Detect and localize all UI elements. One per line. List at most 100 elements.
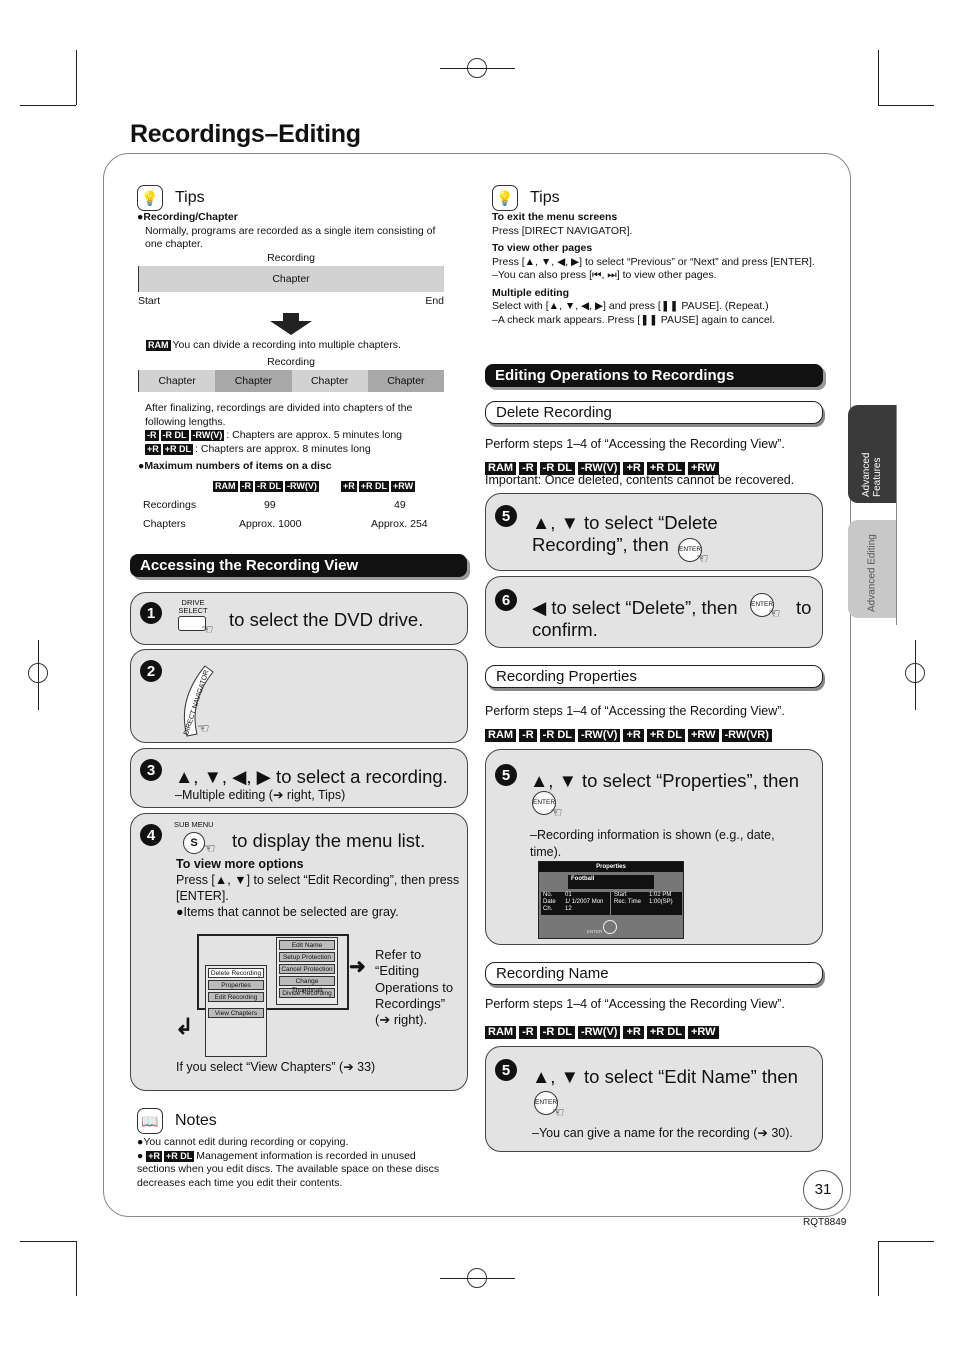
hand-press-icon: ☜	[201, 621, 214, 637]
info-value: 1:02 PM	[649, 892, 672, 898]
side-tab-label: Advanced Editing	[866, 534, 878, 612]
table-row: Chapters Approx. 1000 Approx. 254	[143, 518, 443, 537]
menu-item[interactable]: Cancel Protection	[279, 964, 335, 974]
disc-badge: -RW(V)	[190, 430, 225, 441]
enter-hint: ENTER	[587, 929, 603, 934]
disc-badge: +R DL	[646, 729, 685, 742]
recording-label: Recording	[267, 356, 315, 368]
delete-step-6: 6 ◀ to select “Delete”, then ENTER ☜ to …	[485, 576, 823, 648]
menu-item[interactable]: Divide Recording	[279, 988, 335, 998]
step-text: ▲, ▼ to select “Properties”, then	[530, 770, 799, 791]
disc-badge: RAM	[485, 729, 517, 742]
tips-heading: Tips	[175, 189, 205, 206]
tips-text: Press [DIRECT NAVIGATOR].	[492, 224, 633, 237]
menu-item[interactable]: View Chapters	[208, 1008, 264, 1018]
step-number: 6	[495, 589, 517, 611]
crop-mark	[878, 105, 934, 106]
disc-badges: RAM -R -R DL -RW(V) +R +R DL +RW -RW(VR)	[485, 725, 775, 743]
book-icon: 📖	[137, 1108, 163, 1134]
tips-subtitle: To exit the menu screens	[492, 211, 618, 223]
info-label: No.	[543, 892, 553, 898]
disc-badge: +R DL	[646, 1026, 685, 1039]
name-step-5: 5 ▲, ▼ to select “Edit Name” then ENTER …	[485, 1046, 823, 1152]
finalize-text: After finalizing, recordings are divided…	[145, 402, 413, 428]
tips-left: 💡 Tips ●Recording/Chapter Normally, progr…	[137, 185, 447, 252]
crop-mark	[20, 1241, 76, 1242]
menu-item[interactable]: Edit Name	[279, 940, 335, 950]
chapter-length-text: : Chapters are approx. 5 minutes long	[226, 429, 403, 441]
disc-badge: -RW(V)	[578, 729, 621, 742]
step-text: to	[796, 597, 812, 618]
step-number: 5	[495, 505, 517, 527]
disc-badge: -RW(V)	[578, 1026, 621, 1039]
view-chapters-note: If you select “View Chapters” (➔ 33)	[176, 1060, 376, 1074]
step-text: ▲, ▼, ◀, ▶ to select a recording.	[175, 766, 448, 787]
disc-badge: +R	[146, 1150, 163, 1162]
menu-item[interactable]: Setup Protection	[279, 952, 335, 962]
registration-mark	[440, 68, 515, 69]
chapter-bar: Chapter	[138, 265, 444, 292]
disc-badge: RAM	[485, 1026, 517, 1039]
disc-badge: -R DL	[160, 430, 189, 441]
drive-select-label: DRIVE SELECT	[178, 598, 208, 615]
disc-badge: +R DL	[162, 443, 194, 455]
disc-badge: -R	[239, 481, 253, 492]
side-tab-advanced-features[interactable]: Advanced Features	[848, 405, 896, 503]
chapter-segment: Chapter	[291, 369, 368, 392]
disc-badge: +R DL	[164, 1150, 195, 1162]
screen-title: Properties	[539, 862, 683, 872]
menu-item[interactable]: Change Thumbnail	[279, 976, 335, 994]
important-note: Important: Once deleted, contents cannot…	[485, 473, 795, 487]
step-number: 5	[495, 1059, 517, 1081]
row-label: Chapters	[143, 518, 186, 530]
table-row: Recordings 99 49	[143, 499, 443, 518]
step-text: ▲, ▼ to select “Delete Recording”, then	[532, 512, 718, 555]
cell: 49	[394, 499, 406, 511]
menu-item[interactable]: Delete Recording	[208, 968, 264, 978]
menu-item[interactable]: Properties	[208, 980, 264, 990]
disc-badge: -R	[145, 430, 159, 441]
disc-badge: -R DL	[539, 729, 575, 742]
disc-badge: +RW	[391, 481, 416, 492]
step-subtext: –Multiple editing (➔ right, Tips)	[175, 788, 346, 802]
recording-name: Football	[568, 875, 654, 889]
sub-menu: Edit Name Setup Protection Cancel Protec…	[276, 937, 338, 1005]
delete-recording-heading: Delete Recording	[485, 401, 823, 424]
cell: Approx. 1000	[239, 518, 302, 530]
disc-badge: -R	[519, 729, 537, 742]
tips-right: 💡 Tips To exit the menu screens Press [DI…	[492, 185, 822, 327]
tips-subtitle: ●Recording/Chapter	[137, 211, 238, 223]
start-label: Start	[138, 294, 161, 307]
disc-badge: -R DL	[539, 1026, 575, 1039]
disc-badge: +R DL	[358, 481, 390, 492]
perform-steps-text: Perform steps 1–4 of “Accessing the Reco…	[485, 997, 785, 1011]
disc-badge: +R	[145, 443, 161, 455]
tips-text: Normally, programs are recorded as a sin…	[145, 224, 436, 251]
delete-step-5: 5 ▲, ▼ to select “Delete Recording”, the…	[485, 493, 823, 571]
hand-press-icon: ☜	[768, 605, 781, 621]
tips-subtitle: To view other pages	[492, 242, 593, 254]
disc-badge: -R	[519, 1026, 537, 1039]
recording-properties-heading: Recording Properties	[485, 665, 823, 688]
disc-badge: +R	[341, 481, 357, 492]
sub-menu-button[interactable]: S	[183, 832, 205, 854]
crop-mark	[878, 50, 879, 105]
disc-badge: -RW(VR)	[721, 729, 772, 742]
note-item: ● +R +R DL Management information is recor…	[137, 1149, 440, 1189]
disc-badge: +R	[623, 729, 644, 742]
tips-text: Select with [▲, ▼, ◀, ▶] and press [❚❚ P…	[492, 300, 769, 312]
down-left-arrow-icon: ↲	[175, 1014, 194, 1039]
menu-item[interactable]: Edit Recording	[208, 992, 264, 1002]
info-label: Date	[543, 899, 556, 905]
more-options-text: Press [▲, ▼] to select “Edit Recording”,…	[176, 873, 460, 903]
step-text: to select the DVD drive.	[229, 609, 424, 630]
side-tab-advanced-editing[interactable]: Advanced Editing	[848, 520, 896, 618]
registration-mark	[38, 640, 39, 710]
info-value: 12	[565, 906, 572, 912]
tips-text: –A check mark appears. Press [❚❚ PAUSE] …	[492, 313, 775, 326]
disc-badge: -R DL	[255, 481, 283, 492]
notes-heading: Notes	[175, 1112, 217, 1129]
disc-badges: RAM -R -R DL -RW(V) +R +R DL +RW	[485, 1022, 722, 1040]
hand-press-icon: ☜	[552, 1104, 565, 1120]
step-text: confirm.	[532, 619, 598, 640]
